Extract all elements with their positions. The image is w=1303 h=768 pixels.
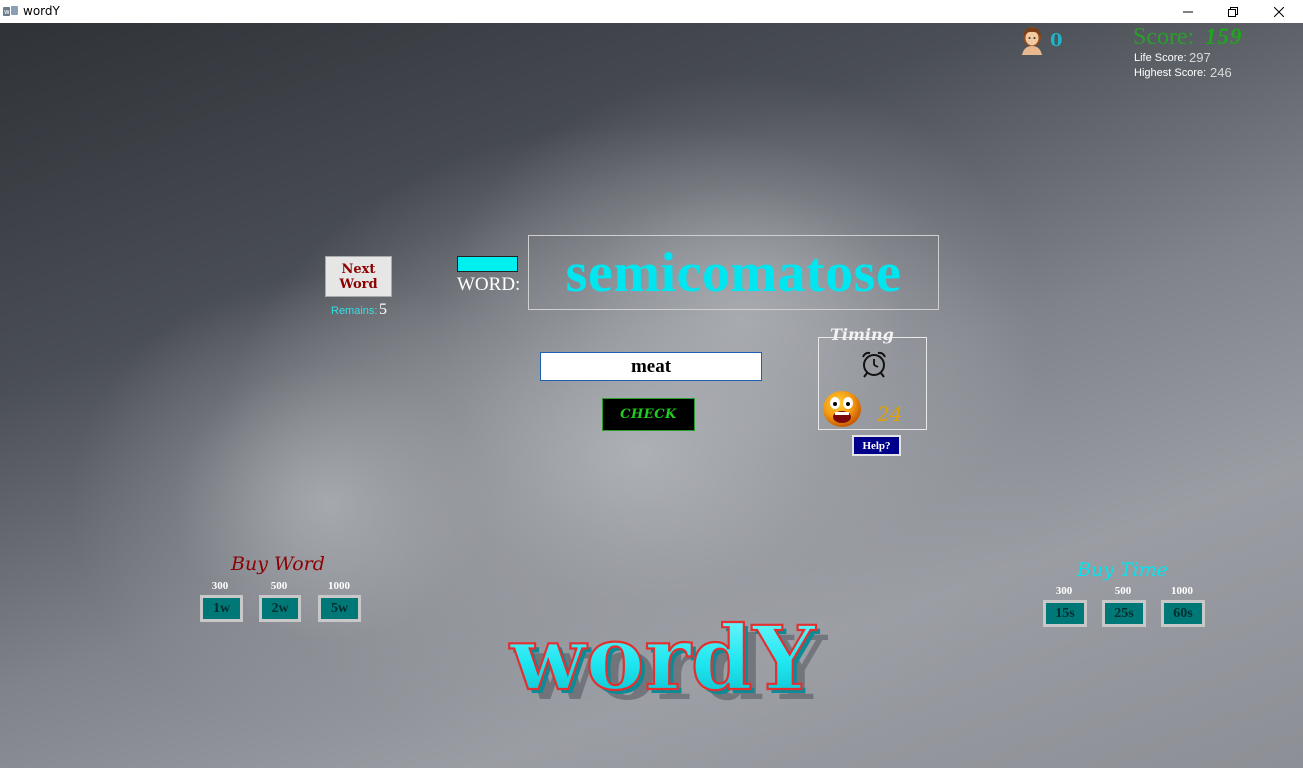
player-count: 0 (1050, 30, 1063, 51)
word-display: semicomatose (528, 235, 939, 310)
buy-word-price-1: 300 (211, 580, 229, 592)
buy-word-title: Buy Word (231, 553, 325, 575)
help-button[interactable]: Help? (852, 435, 901, 456)
buy-word-price-3: 1000 (328, 580, 350, 592)
buy-time-25s-button[interactable]: 25s (1102, 600, 1146, 627)
minimize-button[interactable] (1165, 0, 1211, 23)
restore-button[interactable] (1210, 0, 1256, 23)
buy-time-15s-button[interactable]: 15s (1043, 600, 1087, 627)
alarm-clock-icon (862, 351, 886, 378)
wordy-logo: wordY wordY wordY (508, 605, 828, 708)
word-label: WORD: (457, 274, 521, 295)
remains-value: 5 (379, 301, 387, 318)
target-word: semicomatose (565, 241, 902, 304)
word-indicator (457, 256, 518, 272)
buy-time-price-2: 500 (1114, 585, 1132, 597)
buy-time-title: Buy Time (1077, 559, 1168, 581)
buy-word-price-2: 500 (270, 580, 288, 592)
buy-word-1w-button[interactable]: 1w (200, 595, 243, 622)
svg-text:wordY: wordY (509, 606, 816, 708)
buy-word-2w-button[interactable]: 2w (259, 595, 301, 622)
answer-input[interactable] (540, 352, 762, 381)
remains-label: Remains: (331, 305, 378, 317)
buy-time-price-3: 1000 (1171, 585, 1193, 597)
game-area: 0 Score: 159 Life Score: 297 Highest Sco… (0, 23, 1303, 768)
window-title: wordY (23, 4, 60, 18)
highest-score-label: Highest Score: (1134, 67, 1207, 79)
title-bar: w wordY (0, 0, 1303, 23)
close-button[interactable] (1256, 0, 1302, 23)
next-word-line1: Next (341, 261, 376, 277)
scared-face-icon (823, 391, 861, 427)
score-value: 159 (1205, 24, 1243, 49)
timing-title: Timing (830, 325, 894, 344)
buy-time-60s-button[interactable]: 60s (1161, 600, 1205, 627)
svg-text:w: w (4, 8, 10, 16)
check-button[interactable]: CHECK (602, 398, 695, 431)
player-avatar-icon (1022, 27, 1042, 55)
buy-time-price-1: 300 (1055, 585, 1073, 597)
next-word-button[interactable]: Next Word (325, 256, 392, 297)
next-word-line2: Word (339, 276, 378, 292)
life-score-value: 297 (1189, 50, 1211, 65)
timer-seconds: 24 (877, 402, 903, 426)
close-icon (1274, 6, 1284, 17)
restore-icon (1228, 6, 1238, 17)
minimize-icon (1183, 11, 1193, 12)
score-label: Score: (1133, 24, 1195, 50)
buy-word-5w-button[interactable]: 5w (318, 595, 361, 622)
highest-score-value: 246 (1210, 65, 1232, 80)
app-icon: w (3, 6, 18, 16)
life-score-label: Life Score: (1134, 52, 1187, 64)
